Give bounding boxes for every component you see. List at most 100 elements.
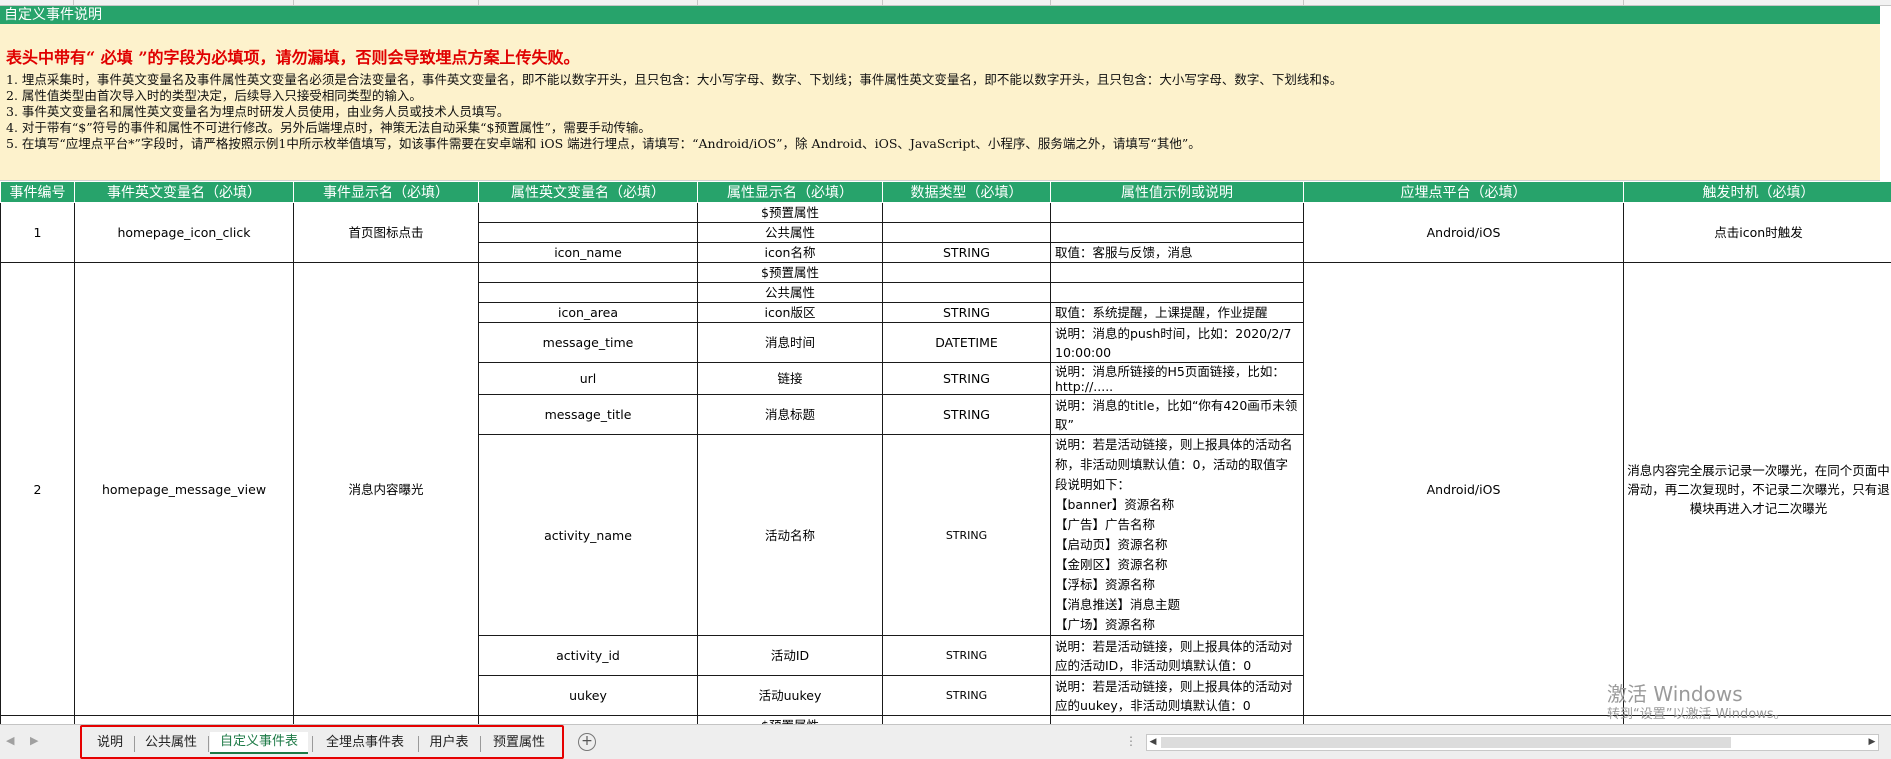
prop-desc-cell[interactable]: 取值：客服与反馈，消息 (1050, 242, 1304, 263)
prop-desc-cell[interactable] (1050, 222, 1304, 243)
add-sheet-icon[interactable]: + (578, 733, 596, 751)
note-line: 3. 事件英文变量名和属性英文变量名为埋点时研发人员使用，由业务人员或技术人员填… (6, 104, 510, 119)
notes-panel: 表头中带有“ 必填 ”的字段为必填项，请勿漏填，否则会导致埋点方案上传失败。 1… (0, 24, 1880, 181)
sheet-title-bar: 自定义事件说明 (0, 6, 1880, 24)
prop-desc-cell[interactable] (1050, 282, 1304, 303)
tab-preset-props[interactable]: 预置属性 (484, 733, 554, 753)
prop-name-cell[interactable] (478, 282, 698, 303)
prop-desc-cell[interactable]: 说明：消息的push时间，比如：2020/2/7 10:00:00 (1050, 322, 1304, 363)
prop-type-cell[interactable] (882, 202, 1051, 223)
prop-type-cell[interactable]: STRING (882, 394, 1051, 435)
table-row: 1 homepage_icon_click 首页图标点击 $预置属性 Andro… (0, 202, 1891, 263)
tab-separator (208, 736, 209, 752)
note-line: 1. 埋点采集时，事件英文变量名及事件属性英文变量名必须是合法变量名，事件英文变… (6, 72, 1343, 87)
splitter-handle-icon[interactable]: ⋮ (1125, 734, 1137, 748)
prop-type-cell[interactable] (882, 282, 1051, 303)
prop-type-cell[interactable]: DATETIME (882, 322, 1051, 363)
tab-shuoming[interactable]: 说明 (90, 733, 130, 753)
header-event-name[interactable]: 事件英文变量名（必填） (74, 181, 294, 203)
trigger-cell[interactable]: 消息内容完全展示记录一次曝光，在同个页面中滑动，再二次复现时，不记录二次曝光，只… (1623, 262, 1891, 716)
prop-type-cell[interactable]: STRING (882, 302, 1051, 323)
header-platform[interactable]: 应埋点平台（必填） (1303, 181, 1624, 203)
prop-type-cell[interactable] (882, 262, 1051, 283)
note-line: 2. 属性值类型由首次导入时的类型决定，后续导入只接受相同类型的输入。 (6, 88, 422, 103)
prop-name-cell[interactable]: url (478, 362, 698, 395)
prop-name-cell[interactable]: uukey (478, 675, 698, 716)
tab-separator (312, 736, 313, 752)
prop-type-cell[interactable] (882, 222, 1051, 243)
tab-scroll-right-icon[interactable]: ▶ (30, 734, 38, 747)
prop-display-cell[interactable]: 活动ID (697, 635, 883, 676)
event-id-cell[interactable]: 1 (0, 202, 75, 263)
prop-name-cell[interactable] (478, 202, 698, 223)
tab-separator (418, 736, 419, 752)
required-fields-warning: 表头中带有“ 必填 ”的字段为必填项，请勿漏填，否则会导致埋点方案上传失败。 (6, 48, 580, 67)
prop-display-cell[interactable]: $预置属性 (697, 262, 883, 283)
platform-cell[interactable]: Android/iOS (1303, 202, 1624, 263)
event-name-cell[interactable]: homepage_message_view (74, 262, 294, 716)
tab-separator (480, 736, 481, 752)
prop-desc-cell[interactable]: 取值：系统提醒，上课提醒，作业提醒 (1050, 302, 1304, 323)
scrollbar-thumb[interactable] (1161, 737, 1731, 748)
prop-display-cell[interactable]: 链接 (697, 362, 883, 395)
sheet-tab-bar: ◀ ▶ 说明 公共属性 自定义事件表 全埋点事件表 用户表 预置属性 + ⋮ ◀… (0, 724, 1891, 759)
note-line: 4. 对于带有“$”符号的事件和属性不可进行修改。另外后端埋点时，神策无法自动采… (6, 120, 651, 135)
tab-public-props[interactable]: 公共属性 (138, 733, 204, 753)
event-display-cell[interactable]: 首页图标点击 (293, 202, 479, 263)
prop-desc-cell[interactable]: 说明：若是活动链接，则上报具体的活动名称，非活动则填默认值：0，活动的取值字段说… (1050, 434, 1304, 636)
table-row: 2 homepage_message_view 消息内容曝光 $预置属性 And… (0, 262, 1891, 716)
prop-desc-cell[interactable]: 说明：消息所链接的H5页面链接，比如：http://..... (1050, 362, 1304, 395)
prop-name-cell[interactable]: message_time (478, 322, 698, 363)
header-event-id[interactable]: 事件编号 (0, 181, 75, 203)
prop-name-cell[interactable]: message_title (478, 394, 698, 435)
prop-name-cell[interactable]: icon_area (478, 302, 698, 323)
event-table: 事件编号 事件英文变量名（必填） 事件显示名（必填） 属性英文变量名（必填） 属… (0, 181, 1891, 736)
header-trigger[interactable]: 触发时机（必填） (1623, 181, 1891, 203)
prop-display-cell[interactable]: icon名称 (697, 242, 883, 263)
trigger-cell[interactable]: 点击icon时触发 (1623, 202, 1891, 263)
prop-display-cell[interactable]: 消息标题 (697, 394, 883, 435)
event-id-cell[interactable]: 2 (0, 262, 75, 716)
event-display-cell[interactable]: 消息内容曝光 (293, 262, 479, 716)
tab-scroll-left-icon[interactable]: ◀ (6, 734, 14, 747)
header-prop-name[interactable]: 属性英文变量名（必填） (478, 181, 698, 203)
prop-display-cell[interactable]: icon版区 (697, 302, 883, 323)
table-header-row: 事件编号 事件英文变量名（必填） 事件显示名（必填） 属性英文变量名（必填） 属… (0, 181, 1891, 203)
prop-display-cell[interactable]: 公共属性 (697, 222, 883, 243)
prop-type-cell[interactable]: STRING (882, 434, 1051, 636)
prop-desc-cell[interactable]: 说明：若是活动链接，则上报具体的活动对应的活动ID，非活动则填默认值：0 (1050, 635, 1304, 676)
prop-name-cell[interactable] (478, 222, 698, 243)
prop-desc-cell[interactable]: 说明：消息的title，比如“你有420画币未领取” (1050, 394, 1304, 435)
prop-name-cell[interactable]: activity_id (478, 635, 698, 676)
prop-desc-cell[interactable]: 说明：若是活动链接，则上报具体的活动对应的uukey，非活动则填默认值：0 (1050, 675, 1304, 716)
scroll-right-icon[interactable]: ▶ (1866, 735, 1878, 750)
prop-type-cell[interactable]: STRING (882, 675, 1051, 716)
prop-type-cell[interactable]: STRING (882, 242, 1051, 263)
prop-name-cell[interactable]: icon_name (478, 242, 698, 263)
prop-display-cell[interactable]: 公共属性 (697, 282, 883, 303)
header-data-type[interactable]: 数据类型（必填） (882, 181, 1051, 203)
sheet-tabs-highlight: 说明 公共属性 自定义事件表 全埋点事件表 用户表 预置属性 (80, 725, 564, 759)
prop-display-cell[interactable]: 消息时间 (697, 322, 883, 363)
header-prop-display[interactable]: 属性显示名（必填） (697, 181, 883, 203)
prop-display-cell[interactable]: 活动名称 (697, 434, 883, 636)
tab-auto-track-events[interactable]: 全埋点事件表 (316, 733, 414, 753)
horizontal-scrollbar[interactable]: ◀ ▶ (1146, 734, 1879, 751)
tab-custom-events[interactable]: 自定义事件表 (210, 732, 308, 754)
event-name-cell[interactable]: homepage_icon_click (74, 202, 294, 263)
prop-type-cell[interactable]: STRING (882, 635, 1051, 676)
tab-users[interactable]: 用户表 (422, 733, 476, 753)
prop-name-cell[interactable] (478, 262, 698, 283)
platform-cell[interactable]: Android/iOS (1303, 262, 1624, 716)
prop-display-cell[interactable]: $预置属性 (697, 202, 883, 223)
note-line: 5. 在填写“应埋点平台*”字段时，请严格按照示例1中所示枚举值填写，如该事件需… (6, 136, 1201, 151)
prop-desc-cell[interactable] (1050, 262, 1304, 283)
tab-separator (134, 736, 135, 752)
header-event-display[interactable]: 事件显示名（必填） (293, 181, 479, 203)
prop-type-cell[interactable]: STRING (882, 362, 1051, 395)
prop-name-cell[interactable]: activity_name (478, 434, 698, 636)
scroll-left-icon[interactable]: ◀ (1147, 735, 1159, 750)
header-prop-desc[interactable]: 属性值示例或说明 (1050, 181, 1304, 203)
prop-display-cell[interactable]: 活动uukey (697, 675, 883, 716)
prop-desc-cell[interactable] (1050, 202, 1304, 223)
